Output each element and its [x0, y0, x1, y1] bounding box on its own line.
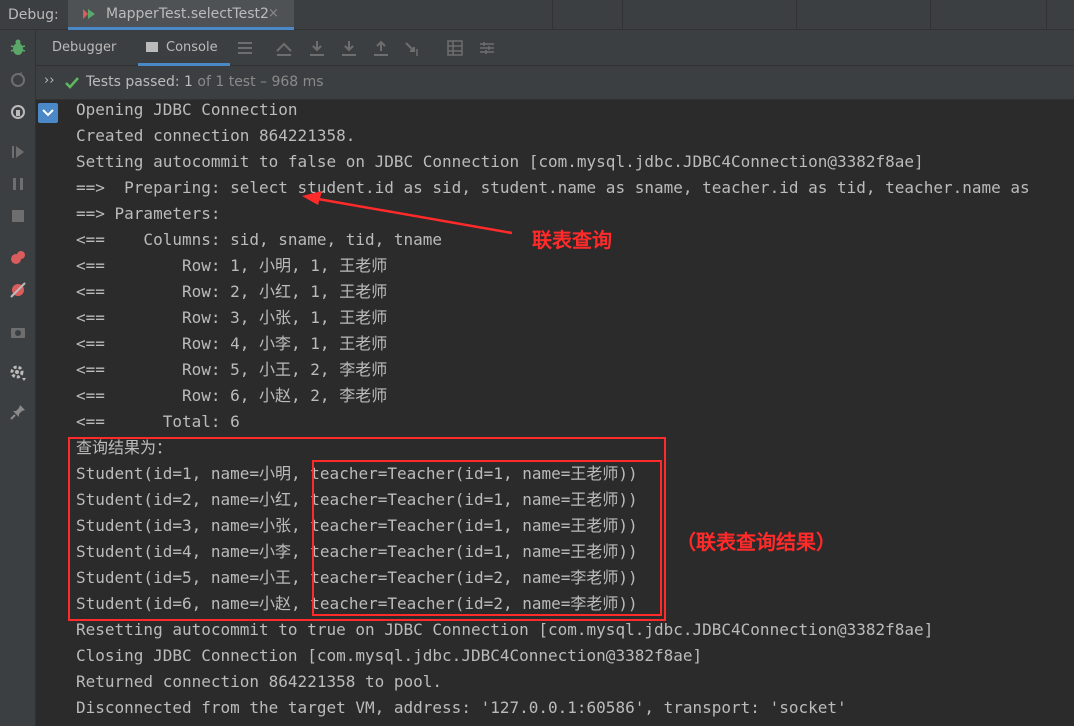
join-query-annotation: 联表查询 — [532, 228, 612, 252]
join-result-annotation: （联表查询结果） — [676, 530, 836, 554]
annotation-arrow — [302, 191, 513, 235]
